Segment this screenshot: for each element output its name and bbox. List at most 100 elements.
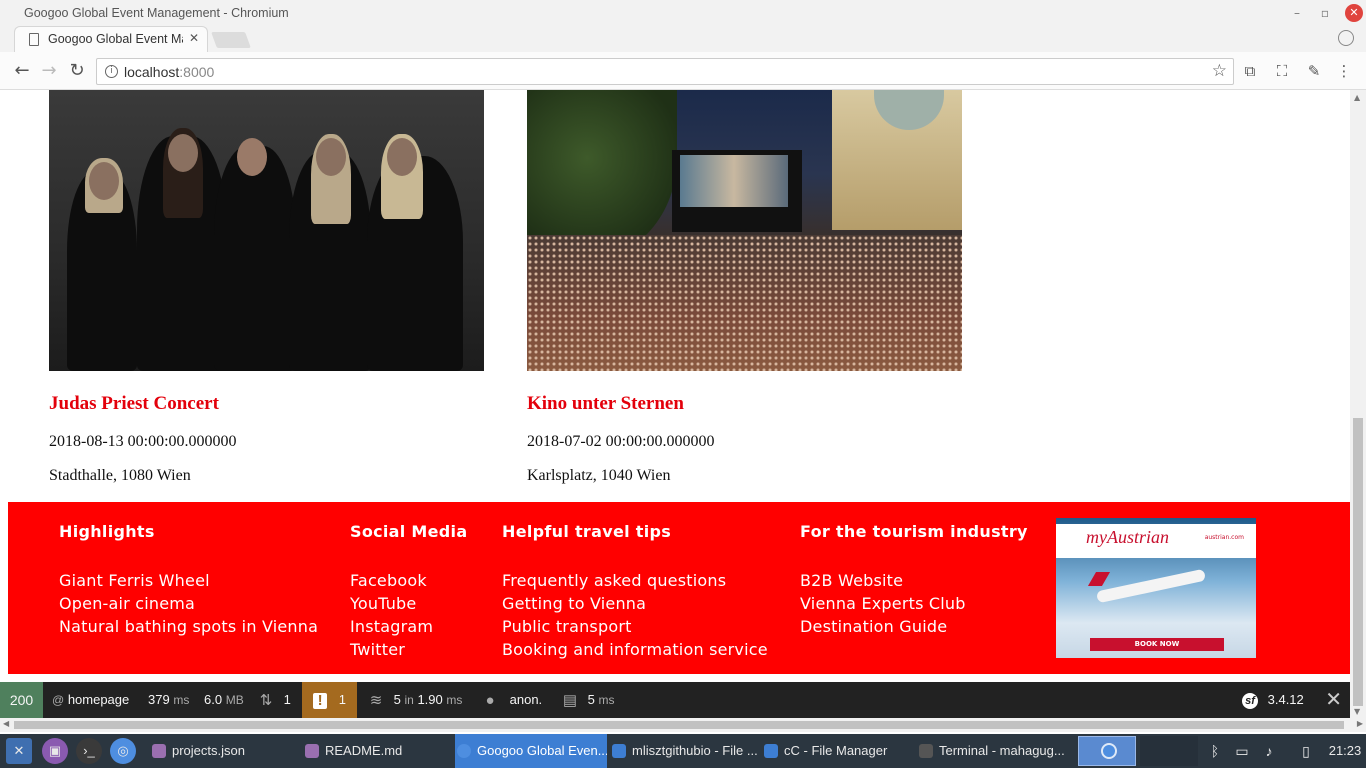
symfony-version: 3.4.12: [1267, 692, 1304, 707]
doctrine-panel[interactable]: ≋ 5 in 1.90 ms: [368, 682, 463, 718]
footer-link[interactable]: Natural bathing spots in Vienna: [59, 615, 318, 638]
footer-link[interactable]: Booking and information service: [502, 638, 768, 661]
close-icon[interactable]: ✕: [1345, 4, 1363, 22]
task-label: Googoo Global Even...: [477, 743, 607, 758]
footer-link[interactable]: B2B Website: [800, 569, 1028, 592]
url-port: :8000: [179, 64, 215, 80]
forms-count: 1: [283, 692, 291, 707]
page-viewport: Judas Priest Concert 2018-08-13 00:00:00…: [0, 90, 1350, 718]
scroll-left-icon[interactable]: ◀: [3, 719, 9, 728]
airplane-icon: [1087, 572, 1111, 586]
taskbar-task[interactable]: projects.json: [150, 734, 298, 768]
user-icon: ●: [485, 691, 495, 709]
bluetooth-icon[interactable]: ᛒ: [1206, 734, 1224, 768]
footer-link[interactable]: Facebook: [350, 569, 467, 592]
footer-link[interactable]: Twitter: [350, 638, 467, 661]
workspace-switcher[interactable]: [1078, 736, 1136, 766]
scroll-right-icon[interactable]: ▶: [1357, 719, 1363, 728]
bookmark-star-icon[interactable]: ☆: [1212, 61, 1227, 81]
vertical-scrollbar[interactable]: ▲ ▼: [1350, 90, 1366, 718]
footer-heading: Highlights: [59, 522, 155, 541]
info-icon[interactable]: i: [105, 65, 118, 78]
scrollbar-thumb[interactable]: [1353, 418, 1363, 706]
footer-heading: For the tourism industry: [800, 522, 1028, 541]
terminal-icon: [919, 744, 933, 758]
tab-googoo[interactable]: Googoo Global Event Ma ✕: [14, 26, 208, 52]
footer-link[interactable]: Getting to Vienna: [502, 592, 768, 615]
logs-panel[interactable]: ! 1: [302, 682, 357, 718]
desktop-taskbar: ✕ ▣ ›_ ◎ projects.json README.md Googoo …: [0, 734, 1366, 768]
toolbar-close-icon[interactable]: ✕: [1325, 690, 1342, 710]
event-image-kino-unter-sternen[interactable]: [527, 90, 962, 371]
task-label: projects.json: [172, 743, 245, 758]
editor-icon: [152, 744, 166, 758]
footer-link[interactable]: YouTube: [350, 592, 467, 615]
event-venue: Karlsplatz, 1040 Wien: [527, 467, 671, 484]
security-user: anon.: [509, 692, 543, 707]
security-panel[interactable]: ● anon.: [482, 682, 542, 718]
package-manager-icon[interactable]: ▣: [42, 738, 68, 764]
event-image-judas-priest[interactable]: [49, 90, 484, 371]
taskbar-task-active[interactable]: Googoo Global Even...: [455, 734, 607, 768]
ad-book-now-button[interactable]: BOOK NOW: [1090, 638, 1224, 651]
taskbar-task[interactable]: mlisztgithubio - File ...: [610, 734, 758, 768]
browser-launcher-icon[interactable]: ◎: [110, 738, 136, 764]
new-tab-button[interactable]: [211, 32, 251, 48]
maximize-icon[interactable]: ▫: [1316, 4, 1334, 22]
scrollbar-thumb[interactable]: [14, 721, 1344, 729]
footer-link[interactable]: Frequently asked questions: [502, 569, 768, 592]
back-arrow-icon[interactable]: ←: [11, 60, 33, 82]
scroll-up-icon[interactable]: ▲: [1354, 93, 1360, 102]
scroll-down-icon[interactable]: ▼: [1354, 707, 1360, 716]
symfony-version-panel[interactable]: sf 3.4.12: [1242, 682, 1304, 718]
footer-link[interactable]: Public transport: [502, 615, 768, 638]
time-panel[interactable]: 379 ms: [148, 682, 189, 718]
window-title: Googoo Global Event Management - Chromiu…: [24, 6, 289, 20]
site-footer: Highlights Giant Ferris Wheel Open-air c…: [8, 502, 1350, 674]
symfony-logo-icon: sf: [1242, 692, 1258, 709]
menu-dots-icon[interactable]: ⋮: [1334, 61, 1354, 81]
route-info[interactable]: @ homepage: [52, 682, 129, 718]
profile-icon[interactable]: [1338, 30, 1354, 46]
twig-unit: ms: [598, 693, 615, 707]
chromium-icon: [457, 744, 471, 758]
event-venue: Stadthalle, 1080 Wien: [49, 467, 191, 484]
footer-link[interactable]: Open-air cinema: [59, 592, 318, 615]
footer-link[interactable]: Vienna Experts Club: [800, 592, 1028, 615]
horizontal-scrollbar[interactable]: ◀ ▶: [0, 718, 1366, 732]
screenshot-icon[interactable]: ⛶: [1272, 61, 1292, 81]
terminal-launcher-icon[interactable]: ›_: [76, 738, 102, 764]
tab-close-icon[interactable]: ✕: [189, 31, 199, 45]
status-code-badge[interactable]: 200: [0, 682, 43, 718]
address-bar[interactable]: i localhost:8000 ☆: [96, 58, 1234, 85]
austrian-airlines-ad[interactable]: myAustrian austrian.com BOOK NOW: [1056, 518, 1256, 658]
footer-link[interactable]: Instagram: [350, 615, 467, 638]
volume-icon[interactable]: ♪: [1258, 734, 1280, 768]
forms-panel[interactable]: ⇅ 1: [258, 682, 291, 718]
app-menu-icon[interactable]: ✕: [6, 738, 32, 764]
minimize-icon[interactable]: –: [1288, 4, 1306, 22]
taskbar-task[interactable]: README.md: [303, 734, 451, 768]
network-icon[interactable]: ▭: [1232, 734, 1252, 768]
queries-count: 5: [393, 692, 401, 707]
queries-time: 1.90: [417, 692, 443, 707]
twig-panel[interactable]: ▤ 5 ms: [562, 682, 615, 718]
footer-link[interactable]: Destination Guide: [800, 615, 1028, 638]
route-prefix: @: [52, 693, 65, 707]
url-text: localhost:8000: [124, 64, 214, 80]
task-label: cC - File Manager: [784, 743, 888, 758]
forward-arrow-icon[interactable]: →: [38, 60, 60, 82]
taskbar-task[interactable]: Terminal - mahagug...: [917, 734, 1065, 768]
folder-icon: [764, 744, 778, 758]
memory-panel[interactable]: 6.0 MB: [204, 682, 244, 718]
event-title-link[interactable]: Judas Priest Concert: [49, 393, 219, 415]
workspace-switcher-empty[interactable]: [1140, 736, 1198, 766]
cast-icon[interactable]: ⧉: [1240, 61, 1260, 81]
eyedropper-icon[interactable]: ✎: [1304, 61, 1324, 81]
reload-icon[interactable]: ↻: [66, 60, 88, 82]
taskbar-task[interactable]: cC - File Manager: [762, 734, 910, 768]
event-title-link[interactable]: Kino unter Sternen: [527, 393, 684, 415]
clipboard-icon[interactable]: ▯: [1296, 734, 1316, 768]
footer-link[interactable]: Giant Ferris Wheel: [59, 569, 318, 592]
clock[interactable]: 21:23: [1326, 734, 1364, 768]
